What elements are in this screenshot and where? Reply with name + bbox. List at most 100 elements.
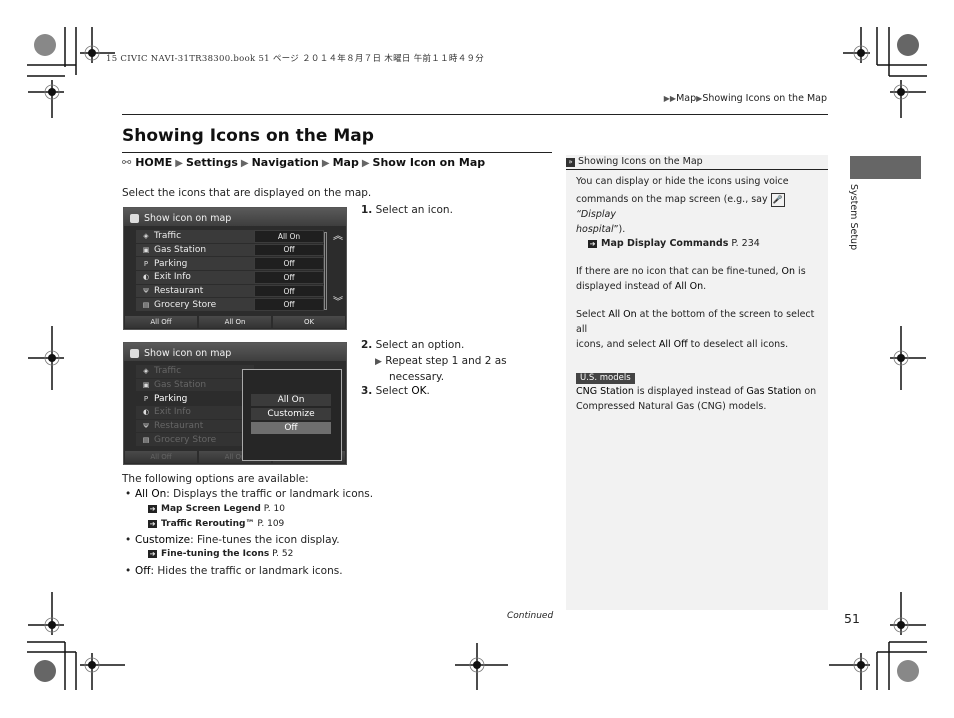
note-text-part: displayed instead of bbox=[576, 281, 675, 292]
option-item-all-on: • All On: Displays the traffic or landmar… bbox=[125, 488, 374, 501]
item-label: Traffic bbox=[154, 366, 182, 377]
screen-title-bar: Show icon on map bbox=[124, 343, 346, 361]
option-term: Customize bbox=[135, 534, 191, 547]
nav-path-item: Settings bbox=[185, 156, 238, 169]
cross-reference-link[interactable]: ➔ Map Screen Legend P. 10 bbox=[122, 504, 373, 519]
cross-reference-link[interactable]: ➔ Fine-tuning the Icons P. 52 bbox=[122, 549, 373, 564]
note-text-part: is bbox=[795, 266, 806, 277]
all-on-button[interactable]: All On bbox=[199, 316, 271, 328]
navigation-path: ⚯ HOME ▶ Settings ▶ Navigation ▶ Map ▶ Show Icon … bbox=[122, 156, 485, 169]
reference-arrow-icon: ➔ bbox=[588, 240, 597, 248]
item-label: Parking bbox=[154, 393, 188, 404]
scroll-down-icon[interactable]: ︾ bbox=[333, 298, 343, 308]
arrow-icon: ▶ bbox=[361, 158, 370, 169]
step-3: 3. Select OK. bbox=[361, 385, 430, 397]
reference-arrow-icon: ➔ bbox=[148, 519, 157, 528]
option-off[interactable]: Off bbox=[251, 422, 331, 434]
step-number: 2. bbox=[361, 339, 373, 351]
item-label: Grocery Store bbox=[154, 299, 217, 310]
note-text-part: ”). bbox=[613, 224, 626, 235]
option-desc: : Displays the traffic or landmark icons… bbox=[166, 488, 374, 501]
note-text-part: is displayed instead of bbox=[633, 386, 747, 397]
step-text: Select an option. bbox=[375, 339, 465, 351]
ok-button[interactable]: OK bbox=[273, 316, 345, 328]
continued-label: Continued bbox=[507, 611, 554, 621]
list-item-restaurant[interactable]: Ψ Restaurant Off bbox=[136, 284, 346, 298]
reference-arrow-icon: ➔ bbox=[148, 504, 157, 513]
note-text-part: If there are no icon that can be fine-tu… bbox=[576, 266, 782, 277]
double-arrow-icon: ▶▶ bbox=[663, 94, 677, 103]
icon-list: ◈ Traffic All On ▣ Gas Station Off P Parking O… bbox=[124, 226, 346, 314]
option-desc: : Hides the traffic or landmark icons. bbox=[150, 564, 343, 577]
gas-station-icon: ▣ bbox=[142, 245, 150, 254]
list-item-exit-info[interactable]: ◐ Exit Info Off bbox=[136, 271, 346, 284]
note-text: Repeat step 1 and 2 as bbox=[385, 355, 507, 367]
note-text-part: commands on the map screen (e.g., say bbox=[576, 194, 771, 205]
reference-page: P. 52 bbox=[272, 549, 294, 560]
parking-icon: P bbox=[143, 259, 149, 268]
scroll-up-icon[interactable]: ︽ bbox=[333, 232, 343, 242]
running-header-section: Map bbox=[676, 93, 697, 104]
list-item-grocery-store[interactable]: ▤ Grocery Store Off bbox=[136, 298, 346, 311]
scrollbar[interactable] bbox=[324, 232, 327, 310]
all-off-button[interactable]: All Off bbox=[125, 316, 197, 328]
item-label: Gas Station bbox=[154, 244, 207, 255]
note-term: Gas Station bbox=[746, 386, 802, 397]
list-item-gas-station[interactable]: ▣ Gas Station Off bbox=[136, 243, 346, 257]
note-quote: “Display bbox=[576, 209, 616, 220]
settings-icon bbox=[130, 349, 139, 358]
item-value: Off bbox=[254, 284, 324, 298]
note-term: On bbox=[781, 266, 796, 277]
chapter-tab bbox=[850, 156, 921, 179]
list-item-traffic[interactable]: ◈ Traffic All On bbox=[136, 230, 346, 243]
arrow-icon: ▶ bbox=[321, 158, 330, 169]
item-value: Off bbox=[254, 257, 324, 270]
model-badge-row: U.S. models bbox=[566, 365, 828, 384]
note-quote: hospital bbox=[576, 224, 614, 235]
list-item-parking[interactable]: P Parking Off bbox=[136, 257, 346, 270]
note-marker-icon: » bbox=[566, 158, 575, 167]
cross-reference-link[interactable]: ➔ Map Display Commands P. 234 bbox=[566, 237, 828, 251]
nav-path-item: Show Icon on Map bbox=[372, 156, 486, 169]
step-2: 2. Select an option. bbox=[361, 339, 464, 351]
side-notes: » Showing Icons on the Map You can displa… bbox=[566, 155, 828, 610]
item-value: Off bbox=[254, 243, 324, 257]
reference-page: P. 109 bbox=[257, 518, 285, 529]
item-label: Traffic bbox=[154, 231, 182, 242]
item-label: Restaurant bbox=[154, 286, 204, 296]
running-header: ▶▶Map▶Showing Icons on the Map bbox=[664, 93, 827, 104]
reference-page: P. 10 bbox=[263, 503, 285, 514]
note-text: hospital”). bbox=[566, 222, 828, 237]
screen-button-bar: All Off All On OK bbox=[124, 316, 346, 329]
running-header-topic: Showing Icons on the Map bbox=[702, 93, 827, 104]
nav-path-item: HOME bbox=[135, 156, 173, 169]
note-text: commands on the map screen (e.g., say 🎤 … bbox=[566, 192, 828, 222]
restaurant-icon: Ψ bbox=[143, 287, 149, 295]
exit-info-icon: ◐ bbox=[142, 408, 150, 417]
step-text: Select bbox=[375, 385, 412, 397]
talk-button-icon: 🎤 bbox=[770, 192, 785, 207]
item-label: Parking bbox=[154, 258, 188, 269]
step-1: 1. Select an icon. bbox=[361, 204, 453, 216]
note-text: You can display or hide the icons using … bbox=[576, 176, 789, 187]
grocery-store-icon: ▤ bbox=[142, 300, 150, 309]
option-all-on[interactable]: All On bbox=[251, 394, 331, 406]
item-value: All On bbox=[254, 230, 324, 243]
reference-arrow-icon: ➔ bbox=[148, 550, 157, 559]
option-customize[interactable]: Customize bbox=[251, 408, 331, 420]
cross-reference-link[interactable]: ➔ Traffic Rerouting™ P. 109 bbox=[122, 519, 373, 534]
notes-heading: » Showing Icons on the Map bbox=[566, 155, 828, 170]
gas-station-icon: ▣ bbox=[142, 380, 150, 389]
note-term: CNG Station bbox=[576, 386, 634, 397]
restaurant-icon: Ψ bbox=[143, 422, 149, 430]
option-item-off: • Off: Hides the traffic or landmark icon… bbox=[125, 564, 343, 577]
chapter-label: System Setup bbox=[848, 184, 859, 251]
step-number: 3. bbox=[361, 385, 373, 397]
options-intro: The following options are available: bbox=[122, 473, 309, 485]
option-item-customize: • Customize: Fine-tunes the icon display. bbox=[125, 534, 340, 547]
step-term: OK bbox=[411, 385, 427, 397]
arrow-icon: ▶ bbox=[175, 158, 183, 169]
note-text: If there are no icon that can be fine-tu… bbox=[566, 264, 828, 279]
note-text-part: on bbox=[801, 386, 817, 397]
voice-command-icon: ⚯ bbox=[122, 156, 132, 169]
